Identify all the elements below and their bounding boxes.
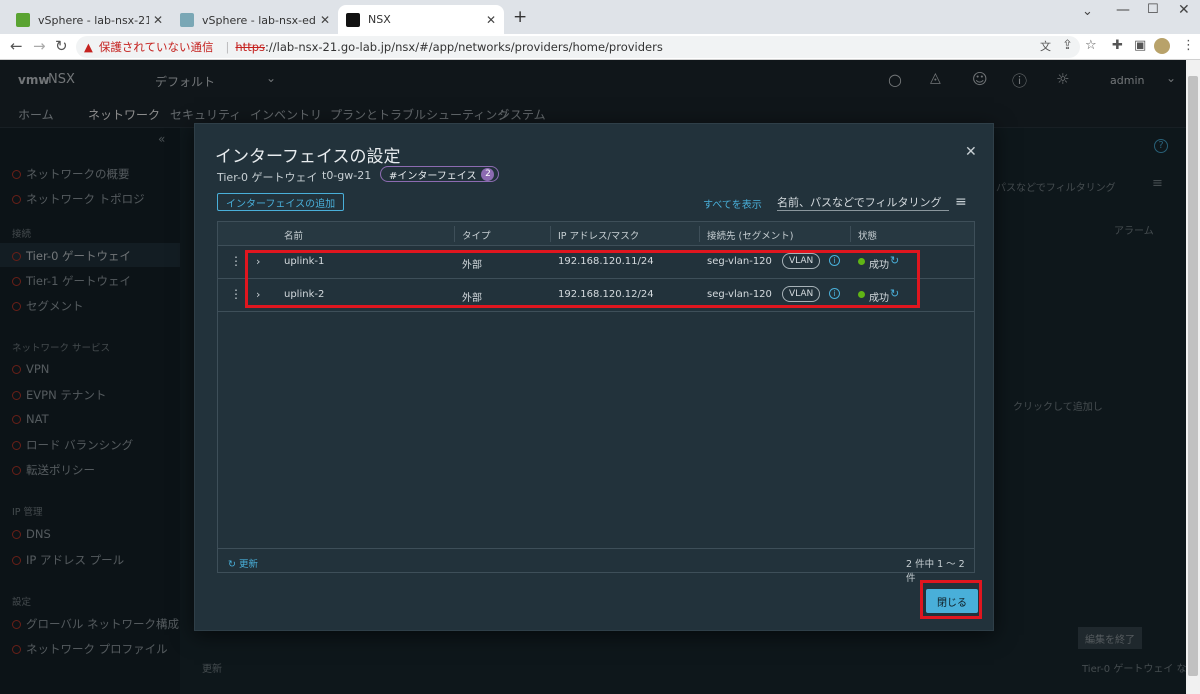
new-tab-button[interactable]: + bbox=[513, 7, 527, 27]
highlight-rows-box bbox=[245, 250, 920, 308]
col-name[interactable]: 名前 bbox=[284, 228, 303, 242]
reload-icon[interactable]: ↻ bbox=[55, 37, 68, 55]
refresh-icon: ↻ bbox=[228, 559, 239, 570]
row-actions-icon[interactable]: ⋮ bbox=[230, 254, 242, 268]
bookmark-star-icon[interactable]: ☆ bbox=[1085, 38, 1097, 53]
row-actions-icon[interactable]: ⋮ bbox=[230, 287, 242, 301]
tab-title: NSX bbox=[368, 13, 391, 26]
badge-label: #インターフェイス bbox=[389, 170, 477, 182]
side-panel-icon[interactable]: ▣ bbox=[1134, 38, 1146, 53]
minimize-icon[interactable]: — bbox=[1116, 2, 1130, 18]
extensions-icon[interactable]: ✚ bbox=[1112, 38, 1123, 53]
close-icon[interactable]: ✕ bbox=[965, 144, 977, 160]
address-toolbar: ← → ↻ ▲ 保護されていない通信 | https ://lab-nsx-21… bbox=[0, 34, 1200, 60]
tab-title: vSphere - lab-nsx-21 - サマリ bbox=[38, 13, 149, 27]
vsphere-favicon-icon bbox=[16, 12, 30, 27]
col-type[interactable]: タイプ bbox=[462, 228, 491, 242]
close-tab-icon[interactable]: ✕ bbox=[486, 13, 496, 27]
table-header: 名前 タイプ IP アドレス/マスク 接続先 (セグメント) 状態 bbox=[218, 222, 974, 246]
add-interface-button[interactable]: インターフェイスの追加 bbox=[217, 193, 345, 211]
tab-vsphere-edge[interactable]: vSphere - lab-nsx-edge-22 - サマ ✕ bbox=[172, 5, 338, 34]
tab-title: vSphere - lab-nsx-edge-22 - サマ bbox=[202, 13, 316, 27]
col-status[interactable]: 状態 bbox=[858, 228, 877, 242]
translate-icon[interactable]: 文 bbox=[1040, 38, 1051, 54]
dialog-title: インターフェイスの設定 bbox=[215, 147, 401, 167]
vsphere-favicon-icon bbox=[180, 12, 194, 27]
column-divider[interactable] bbox=[454, 226, 455, 242]
share-icon[interactable]: ⇪ bbox=[1062, 38, 1073, 53]
filter-icon[interactable]: ≡ bbox=[955, 194, 967, 210]
tab-vsphere-nsx[interactable]: vSphere - lab-nsx-21 - サマリ ✕ bbox=[8, 5, 171, 34]
refresh-label: 更新 bbox=[238, 559, 258, 570]
tab-nsx[interactable]: NSX ✕ bbox=[338, 5, 504, 34]
show-all-link[interactable]: すべてを表示 bbox=[703, 196, 762, 211]
forward-arrow-icon[interactable]: → bbox=[33, 37, 46, 55]
table-footer: ↻ 更新 2 件中 1 ～ 2 件 bbox=[218, 548, 974, 584]
nsx-favicon-icon bbox=[346, 12, 360, 27]
url-scheme: https bbox=[235, 40, 265, 54]
column-divider[interactable] bbox=[550, 226, 551, 242]
badge-count: 2 bbox=[481, 167, 495, 181]
column-divider[interactable] bbox=[850, 226, 851, 242]
interfaces-table: 名前 タイプ IP アドレス/マスク 接続先 (セグメント) 状態 ⋮ › up… bbox=[217, 221, 975, 584]
col-ip[interactable]: IP アドレス/マスク bbox=[558, 228, 639, 242]
column-divider[interactable] bbox=[699, 226, 700, 242]
interface-count-badge: #インターフェイス 2 bbox=[380, 166, 500, 182]
tab-list-chevron-icon[interactable]: ⌄ bbox=[1082, 4, 1093, 19]
filter-input[interactable]: 名前、パスなどでフィルタリング bbox=[777, 191, 949, 211]
gateway-type: Tier-0 ゲートウェイ bbox=[217, 171, 318, 184]
gateway-name: t0-gw-21 bbox=[322, 169, 372, 182]
close-button[interactable]: 閉じる bbox=[926, 589, 978, 613]
col-segment[interactable]: 接続先 (セグメント) bbox=[707, 228, 793, 242]
url-separator: | bbox=[225, 40, 230, 54]
page-scrollbar[interactable] bbox=[1186, 60, 1200, 694]
scrollbar-thumb[interactable] bbox=[1188, 76, 1198, 676]
interface-settings-dialog: インターフェイスの設定 ✕ Tier-0 ゲートウェイ t0-gw-21 #イン… bbox=[194, 123, 994, 631]
refresh-button[interactable]: ↻ 更新 bbox=[228, 556, 258, 570]
back-arrow-icon[interactable]: ← bbox=[10, 37, 23, 55]
maximize-icon[interactable]: ☐ bbox=[1147, 2, 1159, 17]
close-tab-icon[interactable]: ✕ bbox=[320, 13, 330, 27]
security-warning[interactable]: 保護されていない通信 bbox=[99, 39, 214, 55]
close-window-icon[interactable]: ✕ bbox=[1178, 2, 1190, 18]
browser-tab-strip: vSphere - lab-nsx-21 - サマリ ✕ vSphere - l… bbox=[0, 0, 1200, 34]
url-path: ://lab-nsx-21.go-lab.jp/nsx/#/app/networ… bbox=[265, 40, 663, 54]
warning-triangle-icon: ▲ bbox=[84, 40, 93, 54]
url-field[interactable]: ▲ 保護されていない通信 | https ://lab-nsx-21.go-la… bbox=[76, 36, 1080, 58]
profile-avatar[interactable] bbox=[1154, 38, 1170, 54]
browser-menu-icon[interactable]: ⋮ bbox=[1182, 38, 1195, 53]
close-tab-icon[interactable]: ✕ bbox=[153, 13, 163, 27]
